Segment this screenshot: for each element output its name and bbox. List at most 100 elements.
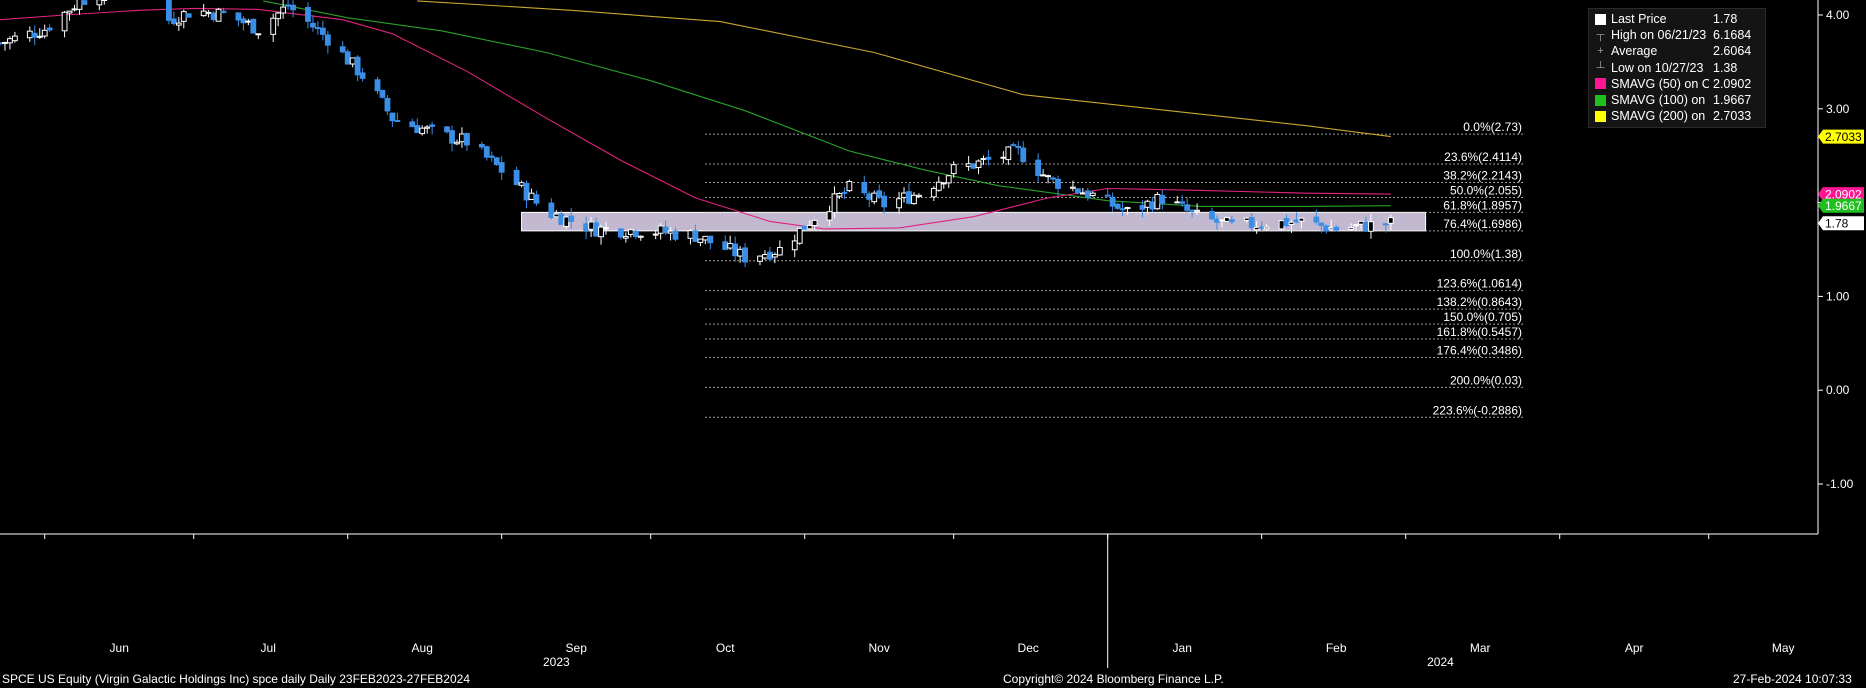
candle-body xyxy=(970,163,977,169)
candle-body xyxy=(637,235,644,238)
candle xyxy=(41,24,48,39)
legend-high[interactable]: ┬ High on 06/21/23 6.1684 xyxy=(1595,27,1761,43)
footer-copyright: Copyright© 2024 Bloomberg Finance L.P. xyxy=(1003,672,1224,686)
candle-body xyxy=(454,141,460,145)
candle-body xyxy=(1353,224,1359,227)
candle xyxy=(250,18,257,34)
candle-body xyxy=(12,35,18,42)
candle xyxy=(1323,224,1330,234)
candle-body xyxy=(523,182,530,201)
candle xyxy=(389,112,396,127)
candle xyxy=(513,166,520,186)
candle xyxy=(896,191,902,215)
candle xyxy=(727,235,734,250)
candle xyxy=(866,191,873,208)
candle-body xyxy=(1224,217,1230,222)
legend-sma50[interactable]: SMAVG (50) on Close 2.0902 xyxy=(1595,76,1761,92)
candle-body xyxy=(588,221,594,230)
candle-body xyxy=(1298,217,1305,222)
candle xyxy=(36,28,43,39)
candle xyxy=(1154,192,1161,211)
candle xyxy=(652,230,659,240)
candle xyxy=(627,228,634,238)
candle-body xyxy=(618,228,624,238)
candle-body xyxy=(319,27,326,35)
candle xyxy=(81,0,88,6)
candle xyxy=(454,139,460,146)
candle-body xyxy=(940,182,947,185)
candle-body xyxy=(1248,217,1255,229)
candle-body xyxy=(1154,193,1161,210)
fib-label: 76.4%(1.6986) xyxy=(1443,217,1522,231)
legend-average[interactable]: + Average 2.6064 xyxy=(1595,43,1761,59)
fib-label: 100.0%(1.38) xyxy=(1450,247,1522,261)
candle xyxy=(61,10,68,38)
candle xyxy=(1015,140,1022,155)
candle xyxy=(1035,153,1042,183)
x-tick-label: Jan xyxy=(1173,641,1192,655)
candle-body xyxy=(1144,200,1151,208)
candle-body xyxy=(310,22,316,28)
candle xyxy=(1005,146,1012,165)
candle-body xyxy=(632,230,639,238)
candle-body xyxy=(245,20,252,23)
candle-body xyxy=(71,8,78,11)
fib-label: 50.0%(2.055) xyxy=(1450,183,1522,197)
candle-body xyxy=(324,34,331,46)
candle-body xyxy=(1333,226,1340,231)
candle xyxy=(414,118,421,134)
candle xyxy=(791,234,798,258)
candle xyxy=(707,235,714,250)
candle-body xyxy=(975,160,982,168)
x-tick-label: Jun xyxy=(110,641,129,655)
candle-body xyxy=(419,127,426,135)
candle xyxy=(498,156,505,180)
x-tick-label: Dec xyxy=(1018,641,1039,655)
candle xyxy=(801,225,808,230)
candle xyxy=(553,209,560,218)
candle-body xyxy=(533,194,540,204)
legend-sma200[interactable]: SMAVG (200) on Close 2.7033 xyxy=(1595,108,1761,124)
candle xyxy=(1109,192,1116,212)
candle xyxy=(881,191,888,214)
legend-sma100[interactable]: SMAVG (100) on Close 1.9667 xyxy=(1595,92,1761,108)
candle-body xyxy=(702,235,709,241)
fib-label: 150.0%(0.705) xyxy=(1443,310,1522,324)
candle-body xyxy=(1228,219,1235,223)
candle-body xyxy=(7,38,13,44)
candle-body xyxy=(1318,222,1325,226)
footer-security-description: SPCE US Equity (Virgin Galactic Holdings… xyxy=(2,672,470,686)
legend-low[interactable]: ┴ Low on 10/27/23 1.38 xyxy=(1595,60,1761,76)
candle-body xyxy=(235,12,242,21)
legend-last-price[interactable]: Last Price 1.78 xyxy=(1595,11,1761,27)
average-marker-icon: + xyxy=(1597,45,1604,58)
yellow-square-icon xyxy=(1595,110,1606,122)
candle xyxy=(767,247,773,262)
candle-body xyxy=(776,246,783,256)
candle-body xyxy=(1010,144,1017,147)
candle-body xyxy=(1055,178,1061,189)
candle xyxy=(618,227,624,240)
candle-body xyxy=(901,192,907,199)
candle xyxy=(419,125,426,136)
candle xyxy=(1089,191,1096,197)
candle xyxy=(459,127,465,148)
price-chart[interactable]: 0.0%(2.73) 23.6%(2.4114) 38.2%(2.2143)50.0… xyxy=(0,0,1866,688)
candle-body xyxy=(1035,159,1042,176)
candle xyxy=(861,175,868,196)
high-marker-icon: ┬ xyxy=(1596,29,1605,42)
x-tick-label: Jul xyxy=(261,641,276,655)
candle xyxy=(1278,220,1285,231)
candle-body xyxy=(871,192,878,203)
candle xyxy=(464,132,470,151)
fib-label: 223.6%(-0.2886) xyxy=(1433,403,1522,417)
price-tag: 1.78 xyxy=(1818,216,1864,231)
candle-body xyxy=(210,12,217,21)
candle-body xyxy=(1293,219,1300,223)
candle-body xyxy=(1368,221,1374,232)
candle-body xyxy=(876,190,883,198)
candle-body xyxy=(185,13,192,18)
candle-body xyxy=(1119,208,1126,211)
candle-body xyxy=(1219,219,1225,222)
candle-body xyxy=(205,11,212,14)
